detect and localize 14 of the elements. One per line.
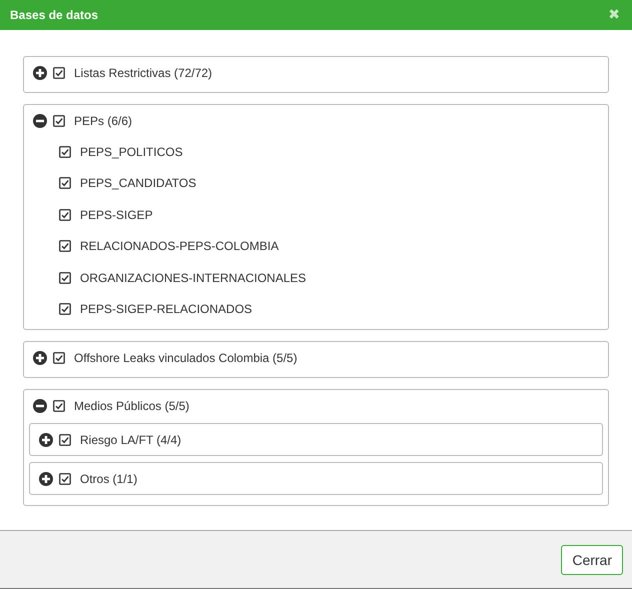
group-label: Riesgo LA/FT (4/4): [80, 432, 182, 446]
group-label: PEPs (6/6): [74, 114, 132, 128]
group-label: Offshore Leaks vinculados Colombia (5/5): [74, 350, 298, 364]
group-label: Listas Restrictivas (72/72): [74, 66, 212, 80]
item-label: RELACIONADOS-PEPS-COLOMBIA: [80, 239, 279, 254]
item-label: PEPS-SIGEP: [80, 208, 153, 222]
item-label: PEPS-SIGEP-RELACIONADOS: [80, 302, 252, 316]
item-label: PEPS_POLITICOS: [80, 144, 183, 159]
item-label: ORGANIZACIONES-INTERNACIONALES: [80, 270, 306, 285]
close-button[interactable]: Cerrar: [561, 544, 623, 574]
dialog-title: Bases de datos: [10, 8, 98, 22]
group-label: Medios Públicos (5/5): [74, 398, 190, 412]
item-label: PEPS_CANDIDATOS: [80, 176, 196, 190]
group-label: Otros (1/1): [80, 472, 138, 486]
